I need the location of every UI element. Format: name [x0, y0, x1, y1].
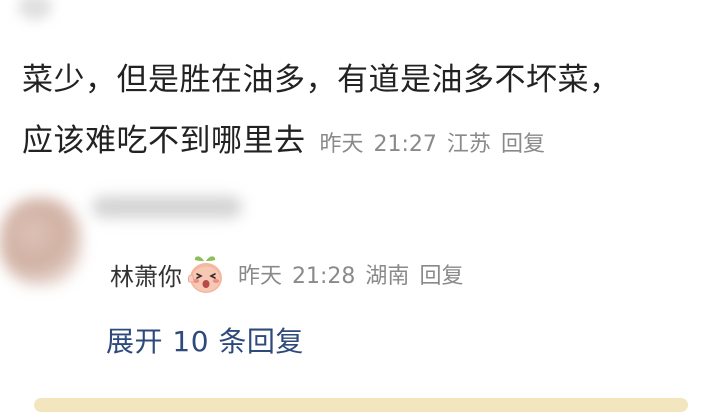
- blurred-avatar-top: [18, 0, 52, 20]
- comment-line-1: 菜少，但是胜在油多，有道是油多不坏菜，: [22, 62, 621, 98]
- reply-meta: 昨天 21:28 湖南 回复: [238, 258, 463, 290]
- comment-time-day: 昨天: [319, 132, 364, 157]
- comment-line-2-text: 应该难吃不到哪里去: [22, 123, 306, 159]
- blurred-avatar[interactable]: [0, 198, 82, 286]
- comment-time: 21:27: [373, 132, 437, 157]
- blurred-username[interactable]: [92, 196, 242, 218]
- peach-face-emoji-icon: [184, 252, 228, 296]
- comment-line-2: 应该难吃不到哪里去 昨天 21:27 江苏 回复: [22, 111, 712, 175]
- reply-username[interactable]: 林萧你: [110, 257, 182, 292]
- reply-time-day: 昨天: [238, 264, 283, 289]
- comment-body: 菜少，但是胜在油多，有道是油多不坏菜， 应该难吃不到哪里去 昨天 21:27 江苏 回复: [22, 50, 712, 175]
- bottom-input-bar[interactable]: [34, 398, 688, 412]
- comment-reply-button[interactable]: 回复: [501, 132, 545, 157]
- expand-replies-link[interactable]: 展开 10 条回复: [106, 320, 304, 360]
- reply-reply-button[interactable]: 回复: [419, 264, 463, 289]
- reply-location: 湖南: [365, 264, 410, 289]
- comment-meta: 昨天 21:27 江苏 回复: [306, 132, 545, 157]
- comment-location: 江苏: [446, 132, 491, 157]
- reply-row: 林萧你 昨天 21:28 湖南 回复: [110, 250, 463, 298]
- reply-time: 21:28: [292, 264, 356, 289]
